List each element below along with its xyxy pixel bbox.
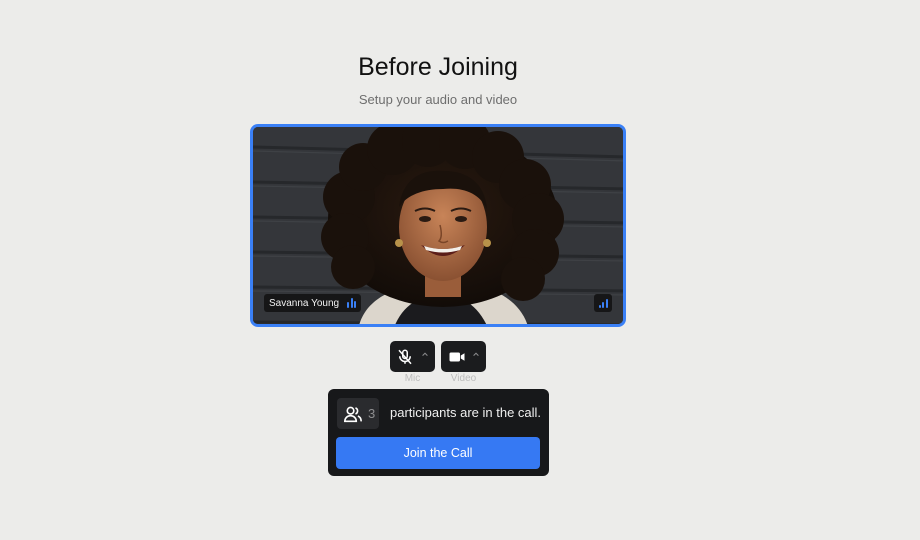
page-title: Before Joining: [358, 53, 518, 81]
chevron-up-icon[interactable]: [421, 350, 429, 358]
video-toggle-button[interactable]: [441, 341, 486, 372]
participant-name-tag: Savanna Young: [264, 294, 362, 312]
video-camera-icon: [449, 352, 465, 361]
mic-label: Mic: [404, 373, 421, 384]
participant-name: Savanna Young: [269, 297, 340, 309]
participants-status-text: participants are in the call.: [390, 405, 542, 420]
users-icon: [343, 406, 362, 422]
join-card: 3 participants are in the call. Join the…: [328, 389, 549, 476]
page-subtitle: Setup your audio and video: [358, 92, 518, 107]
audio-level-icon: [347, 298, 357, 308]
signal-strength-icon: [594, 294, 612, 312]
participants-chip: 3: [337, 398, 379, 429]
join-call-button[interactable]: Join the Call: [336, 437, 540, 469]
pre-join-page: Before Joining Setup your audio and vide…: [0, 0, 920, 540]
mic-toggle-button[interactable]: [390, 341, 435, 372]
participant-count: 3: [368, 406, 376, 421]
mic-off-icon: [398, 349, 412, 364]
chevron-up-icon[interactable]: [472, 350, 480, 358]
video-label: Video: [450, 373, 477, 384]
camera-preview: Savanna Young: [250, 124, 626, 327]
